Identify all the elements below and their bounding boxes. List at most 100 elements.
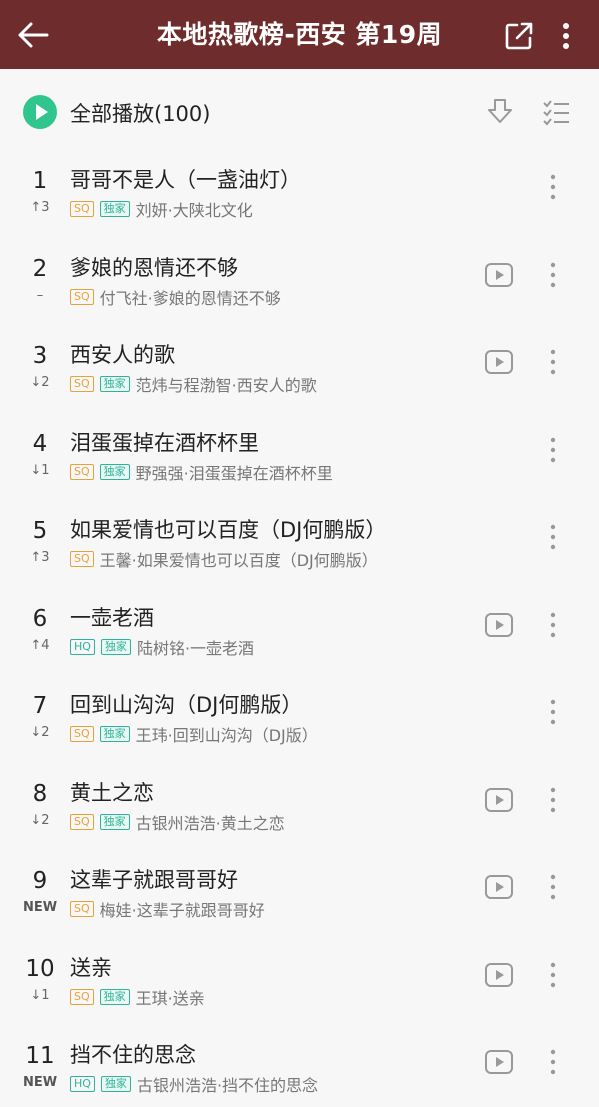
artist-album: 王琪·送亲 [135,988,205,1008]
song-title[interactable]: 一壶老酒 [70,602,154,632]
song-more-button[interactable] [545,522,561,552]
song-meta: SQ 独家 古银州浩浩·黄土之恋 [70,810,285,834]
more-menu-button[interactable] [557,20,575,52]
more-vertical-icon [550,174,556,200]
more-vertical-icon [550,262,556,287]
share-button[interactable] [503,20,535,52]
more-vertical-icon [550,1049,556,1075]
song-row[interactable]: 5 ↑3 如果爱情也可以百度（DJ何鹏版） SQ 王馨·如果爱情也可以百度（DJ何鹏版） [0,494,599,582]
song-title[interactable]: 这辈子就跟哥哥好 [70,864,238,894]
song-more-button[interactable] [545,172,561,202]
song-meta: HQ 独家 陆树铭·一壶老酒 [70,635,254,659]
artist-album: 范炜与程渤智·西安人的歌 [135,376,317,395]
rank-number: 2 [32,255,48,282]
more-vertical-icon [550,874,556,900]
song-row[interactable]: 3 ↓2 西安人的歌 SQ 独家 范炜与程渤智·西安人的歌 [0,319,599,407]
song-row[interactable]: 8 ↓2 黄土之恋 SQ 独家 古银州浩浩·黄土之恋 [0,757,599,845]
video-play-icon [485,262,513,287]
more-vertical-icon [550,349,556,375]
song-more-button[interactable] [545,260,561,290]
song-row[interactable]: 4 ↓1 泪蛋蛋掉在酒杯杯里 SQ 独家 野强强·泪蛋蛋掉在酒杯杯里 [0,407,599,495]
song-title[interactable]: 送亲 [70,952,112,982]
mv-button[interactable] [484,612,514,638]
quality-badge: SQ [70,288,94,305]
more-vertical-icon [550,612,556,637]
quality-badge: SQ [70,901,94,917]
artist-album: 王馨·如果爱情也可以百度（DJ何鹏版） [99,551,378,570]
song-title[interactable]: 黄土之恋 [70,777,154,807]
multi-select-button[interactable] [542,98,570,126]
song-title[interactable]: 回到山沟沟（DJ何鹏版） [70,689,302,719]
song-row[interactable]: 11 NEW 挡不住的思念 HQ 独家 古银州浩浩·挡不住的思念 [0,1019,599,1107]
rank-number: 7 [32,693,48,719]
rank-trend: ↑3 [30,550,50,565]
song-row[interactable]: 2 – 爹娘的恩情还不够 SQ 付飞社·爹娘的恩情还不够 [0,232,599,320]
more-vertical-icon [550,699,556,725]
exclusive-badge: 独家 [99,201,130,217]
download-all-button[interactable] [486,97,514,127]
play-all-label[interactable]: 全部播放(100) [70,98,210,128]
rank-trend: NEW [22,900,58,915]
song-title[interactable]: 泪蛋蛋掉在酒杯杯里 [70,427,259,457]
video-play-icon [485,612,513,637]
artist-album: 刘妍·大陕北文化 [135,201,253,220]
song-more-button[interactable] [545,347,561,377]
video-play-icon [485,875,513,899]
song-title[interactable]: 哥哥不是人（一盏油灯） [70,164,301,194]
mv-button[interactable] [484,349,514,375]
rank-number: 8 [32,780,48,807]
quality-badge: SQ [70,726,94,742]
song-more-button[interactable] [545,610,561,640]
mv-button[interactable] [484,787,514,813]
video-play-icon [485,962,513,987]
rank-trend: ↓2 [30,812,50,828]
song-row[interactable]: 6 ↑4 一壶老酒 HQ 独家 陆树铭·一壶老酒 [0,582,599,670]
song-more-button[interactable] [545,1047,561,1077]
quality-badge: HQ [70,1076,95,1092]
song-title[interactable]: 爹娘的恩情还不够 [70,252,238,282]
exclusive-badge: 独家 [99,813,130,830]
rank-number: 4 [32,430,48,457]
mv-button[interactable] [484,1049,514,1075]
song-more-button[interactable] [545,960,561,990]
rank-number: 5 [32,518,48,544]
song-title[interactable]: 如果爱情也可以百度（DJ何鹏版） [70,514,386,544]
back-arrow-icon [18,22,49,48]
artist-album: 古银州浩浩·挡不住的思念 [136,1076,319,1095]
song-title[interactable]: 西安人的歌 [70,339,175,369]
exclusive-badge: 独家 [99,988,130,1005]
song-more-button[interactable] [545,785,561,815]
song-row[interactable]: 7 ↓2 回到山沟沟（DJ何鹏版） SQ 独家 王玮·回到山沟沟（DJ版） [0,669,599,757]
quality-badge: SQ [70,988,94,1005]
artist-album: 梅娃·这辈子就跟哥哥好 [99,901,265,920]
exclusive-badge: 独家 [100,1076,131,1092]
play-all-button[interactable] [23,95,57,129]
quality-badge: SQ [70,551,94,567]
song-row[interactable]: 1 ↑3 哥哥不是人（一盏油灯） SQ 独家 刘妍·大陕北文化 [0,144,599,232]
song-meta: SQ 独家 范炜与程渤智·西安人的歌 [70,372,317,396]
mv-button[interactable] [484,262,514,288]
quality-badge: SQ [70,201,94,217]
mv-button[interactable] [484,962,514,988]
rank-number: 6 [32,605,48,632]
song-title[interactable]: 挡不住的思念 [70,1039,196,1069]
download-icon [488,99,512,123]
song-list: 1 ↑3 哥哥不是人（一盏油灯） SQ 独家 刘妍·大陕北文化 2– 爹娘的恩情还不够 SQ 付… [0,144,599,1107]
rank-trend: ↓2 [30,725,50,740]
rank-number: 3 [32,343,48,369]
rank-trend: ↓1 [30,462,50,478]
checklist-icon [543,100,569,126]
top-bar: 本地热歌榜-西安 第19周 [0,0,599,69]
song-more-button[interactable] [545,872,561,902]
exclusive-badge: 独家 [99,726,130,742]
artist-album: 王玮·回到山沟沟（DJ版） [135,726,318,745]
song-more-button[interactable] [545,435,561,465]
back-button[interactable] [16,20,50,50]
song-row[interactable]: 10 ↓1 送亲 SQ 独家 王琪·送亲 [0,932,599,1020]
song-meta: SQ 梅娃·这辈子就跟哥哥好 [70,897,265,921]
song-row[interactable]: 9 NEW 这辈子就跟哥哥好 SQ 梅娃·这辈子就跟哥哥好 [0,844,599,932]
mv-button[interactable] [484,874,514,900]
more-vertical-icon [550,437,556,462]
quality-badge: SQ [70,376,94,392]
song-more-button[interactable] [545,697,561,727]
